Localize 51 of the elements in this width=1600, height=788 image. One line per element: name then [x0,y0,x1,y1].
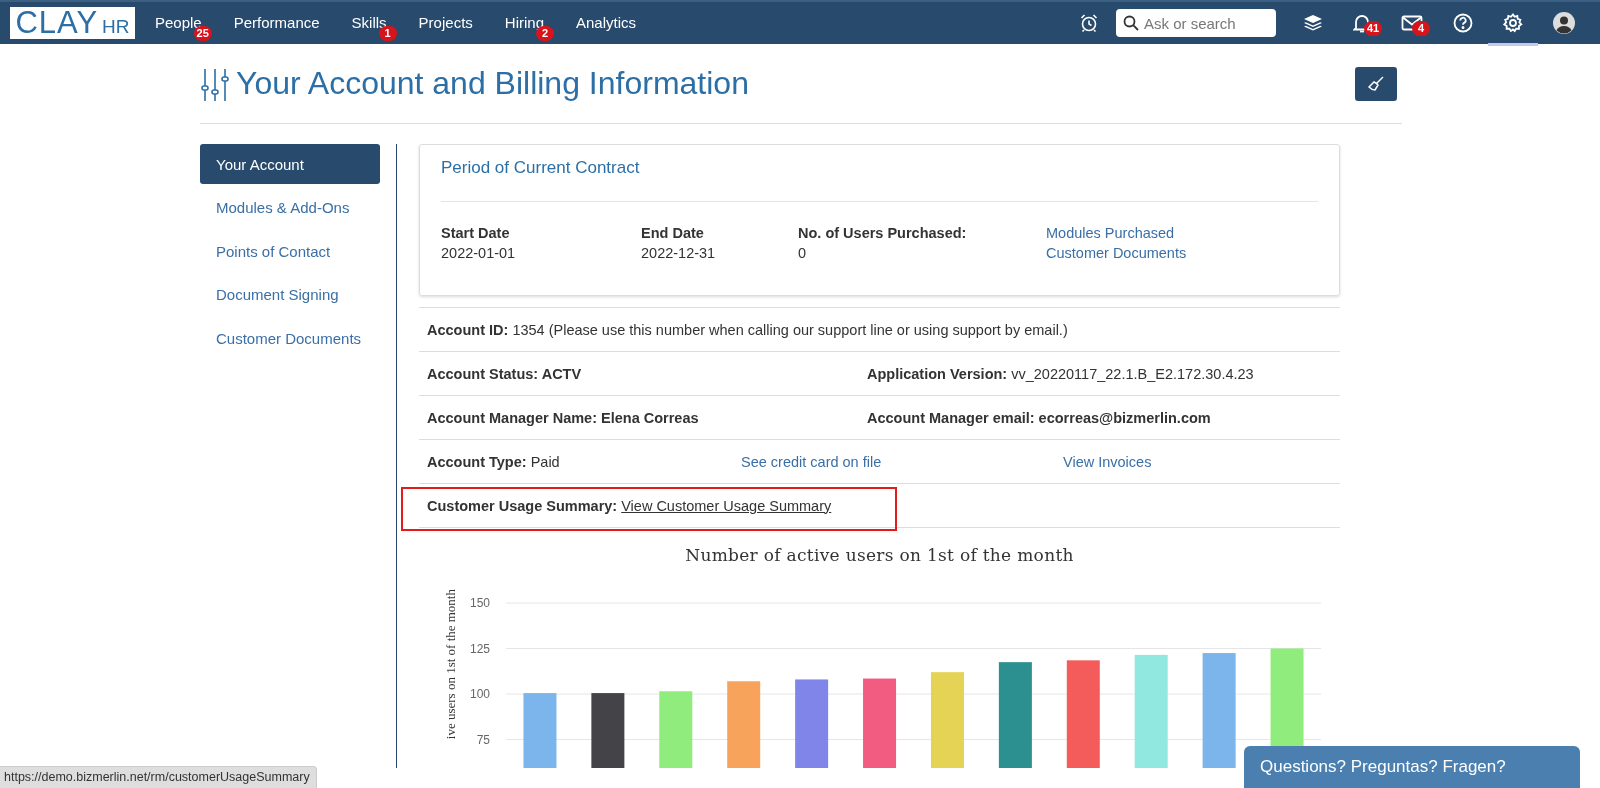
field-label: End Date [641,225,705,241]
brush-icon [1368,75,1384,92]
chart-title: Number of active users on 1st of the month [684,545,1075,565]
count-badge: 4 [1412,21,1430,36]
chat-button[interactable]: Questions? Preguntas? Fragen? [1244,746,1580,788]
field-label: No. of Users Purchased: [798,225,968,241]
link[interactable]: Modules Purchased [1046,225,1318,241]
info-text: Account ID: 1354 (Please use this number when calling our support line or using support by email.) [427,321,1069,338]
link[interactable]: View Customer Usage Summary [621,497,832,514]
search-field[interactable]: Ask or search [1116,9,1276,37]
info-text: Account Manager email: ecorreas@bizmerlin.com [867,409,1212,426]
search-icon[interactable] [1123,15,1139,31]
link[interactable]: View Invoices [1063,453,1340,470]
sliders-icon [200,66,230,101]
brush-button[interactable] [1355,66,1397,101]
settings-icon[interactable] [1503,13,1523,33]
info-text: Application Version: vv_20220117_22.1.B_E2.172.30.4.23 [867,365,1255,382]
sidebar-item[interactable]: Your Account [200,144,380,184]
help-icon[interactable] [1453,13,1473,33]
axis-tick-label: 125 [469,641,490,656]
sidebar-item[interactable]: Modules & Add-Ons [200,187,380,228]
nav-link[interactable]: People 25 [139,2,218,44]
axis-tick-label: 100 [469,687,490,701]
axis-title: ive users on 1st of the month [443,589,458,740]
sidebar-item[interactable]: Customer Documents [200,318,380,358]
field-value: 2022-12-31 [641,245,717,261]
logo[interactable]: CLAY HR [10,7,135,39]
info-text: Account Manager Name: Elena Correas [427,409,700,426]
link[interactable]: Customer Documents [1046,245,1318,261]
nav-link[interactable]: Analytics [560,2,652,44]
axis-tick-label: 150 [469,596,490,610]
nav-link[interactable]: Projects [402,2,489,44]
nav-link[interactable]: Performance [217,2,336,44]
mail-icon[interactable] [1401,15,1423,31]
status-url: https://demo.bizmerlin.net/rm/customerUsageSummary [0,766,317,788]
layers-icon[interactable] [1303,14,1323,32]
field-value: 0 [798,245,808,261]
info-text: Account Type: Paid [427,453,561,470]
field-label: Start Date [441,225,511,241]
avatar-icon[interactable] [1553,12,1575,34]
info-text: Account Status: ACTV [427,365,583,382]
alarm-clock-icon[interactable] [1079,13,1099,33]
field-value: 2022-01-01 [441,245,517,261]
page-title: Your Account and Billing Information [200,65,749,102]
axis-tick-label: 75 [476,732,490,747]
info-label: Customer Usage Summary: [427,497,618,514]
sidebar-item[interactable]: Points of Contact [200,231,380,271]
link[interactable]: See credit card on file [741,453,1063,470]
count-badge: 41 [1364,21,1382,36]
card-title: Period of Current Contract [441,145,1318,202]
sidebar-item[interactable]: Document Signing [200,274,380,315]
